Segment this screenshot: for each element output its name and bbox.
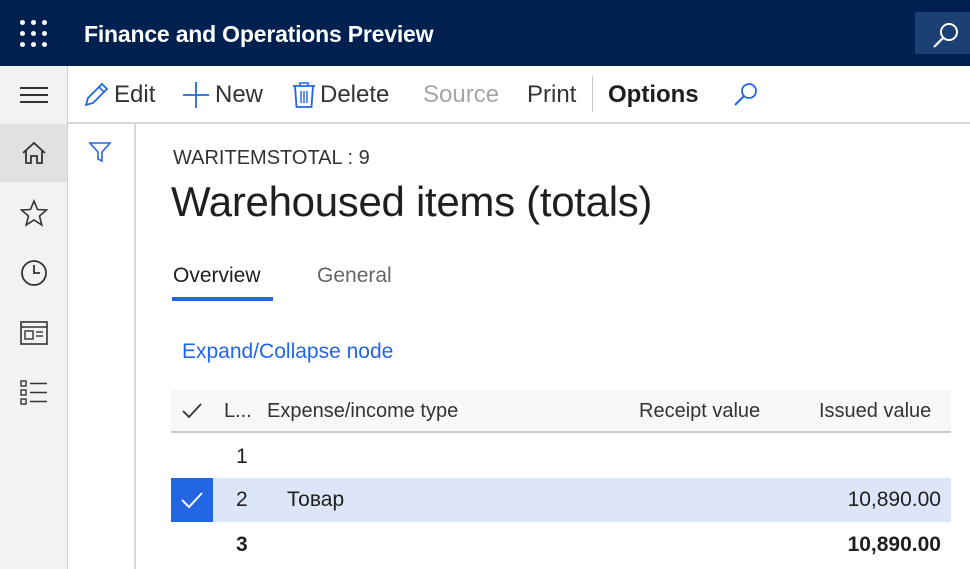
grid-header: L... Expense/income type Receipt value I… xyxy=(171,390,951,433)
nav-menu-button[interactable] xyxy=(0,66,67,124)
plus-icon xyxy=(183,82,209,108)
cell-level: 1 xyxy=(236,445,248,468)
cell-issued-value: 10,890.00 xyxy=(847,488,941,511)
cell-level: 3 xyxy=(236,533,248,556)
search-icon xyxy=(933,23,958,48)
form-caption: WARITEMSTOTAL : 9 xyxy=(173,147,370,169)
action-separator xyxy=(592,76,593,112)
tab-selected-indicator xyxy=(172,297,273,301)
app-launcher-icon[interactable] xyxy=(20,20,48,48)
list-icon xyxy=(19,380,47,405)
column-header-receipt-value[interactable]: Receipt value xyxy=(639,400,760,423)
home-icon xyxy=(21,141,46,164)
cell-level: 2 xyxy=(236,488,248,511)
table-row[interactable]: 3 10,890.00 xyxy=(171,523,951,567)
source-button[interactable]: Source xyxy=(423,66,499,124)
trash-icon xyxy=(293,82,315,108)
checkmark-icon xyxy=(181,492,203,509)
checkmark-icon xyxy=(182,403,202,419)
cell-issued-value: 10,890.00 xyxy=(847,533,941,556)
new-label: New xyxy=(215,81,264,108)
search-icon xyxy=(734,83,757,106)
nav-home-button[interactable] xyxy=(0,124,67,182)
filter-icon xyxy=(88,142,112,163)
star-icon xyxy=(19,199,48,227)
print-button[interactable]: Print xyxy=(527,66,576,124)
delete-label: Delete xyxy=(320,81,390,108)
nav-favorites-button[interactable] xyxy=(0,184,67,242)
global-search-button[interactable] xyxy=(915,12,970,54)
expand-collapse-link[interactable]: Expand/Collapse node xyxy=(182,340,393,364)
edit-button[interactable]: Edit xyxy=(82,66,155,124)
column-header-level[interactable]: L... xyxy=(224,400,252,423)
new-button[interactable]: New xyxy=(181,66,263,124)
clock-icon xyxy=(20,260,47,286)
cell-expense-type: Товар xyxy=(287,488,345,511)
items-grid: L... Expense/income type Receipt value I… xyxy=(171,390,970,569)
source-label: Source xyxy=(423,81,500,108)
options-button[interactable]: Options xyxy=(608,66,699,124)
top-bar: Finance and Operations Preview xyxy=(0,0,970,66)
pencil-icon xyxy=(84,82,109,107)
app-title: Finance and Operations Preview xyxy=(84,21,434,47)
edit-label: Edit xyxy=(114,81,156,108)
delete-button[interactable]: Delete xyxy=(292,66,389,124)
tab-general[interactable]: General xyxy=(317,264,392,288)
hamburger-icon xyxy=(19,87,48,103)
page-title: Warehoused items (totals) xyxy=(171,178,653,225)
nav-modules-button[interactable] xyxy=(0,364,67,422)
table-row[interactable]: 2 Товар 10,890.00 xyxy=(171,478,951,522)
column-header-issued-value[interactable]: Issued value xyxy=(819,400,931,423)
select-all-checkbox[interactable] xyxy=(182,402,202,425)
tab-overview[interactable]: Overview xyxy=(173,264,261,288)
filter-button[interactable] xyxy=(88,140,112,169)
action-search-button[interactable] xyxy=(732,66,764,124)
table-row[interactable]: 1 xyxy=(171,435,951,479)
filter-pane xyxy=(68,124,136,569)
action-pane: Edit New Delete Source Print Options xyxy=(68,66,970,124)
row-select-checkbox[interactable] xyxy=(171,478,213,522)
print-label: Print xyxy=(527,81,577,108)
workspace-icon xyxy=(19,321,48,345)
nav-workspaces-button[interactable] xyxy=(0,304,67,362)
nav-recent-button[interactable] xyxy=(0,244,67,302)
column-header-expense-type[interactable]: Expense/income type xyxy=(267,400,458,423)
options-label: Options xyxy=(608,81,699,108)
navigation-pane xyxy=(0,66,68,569)
